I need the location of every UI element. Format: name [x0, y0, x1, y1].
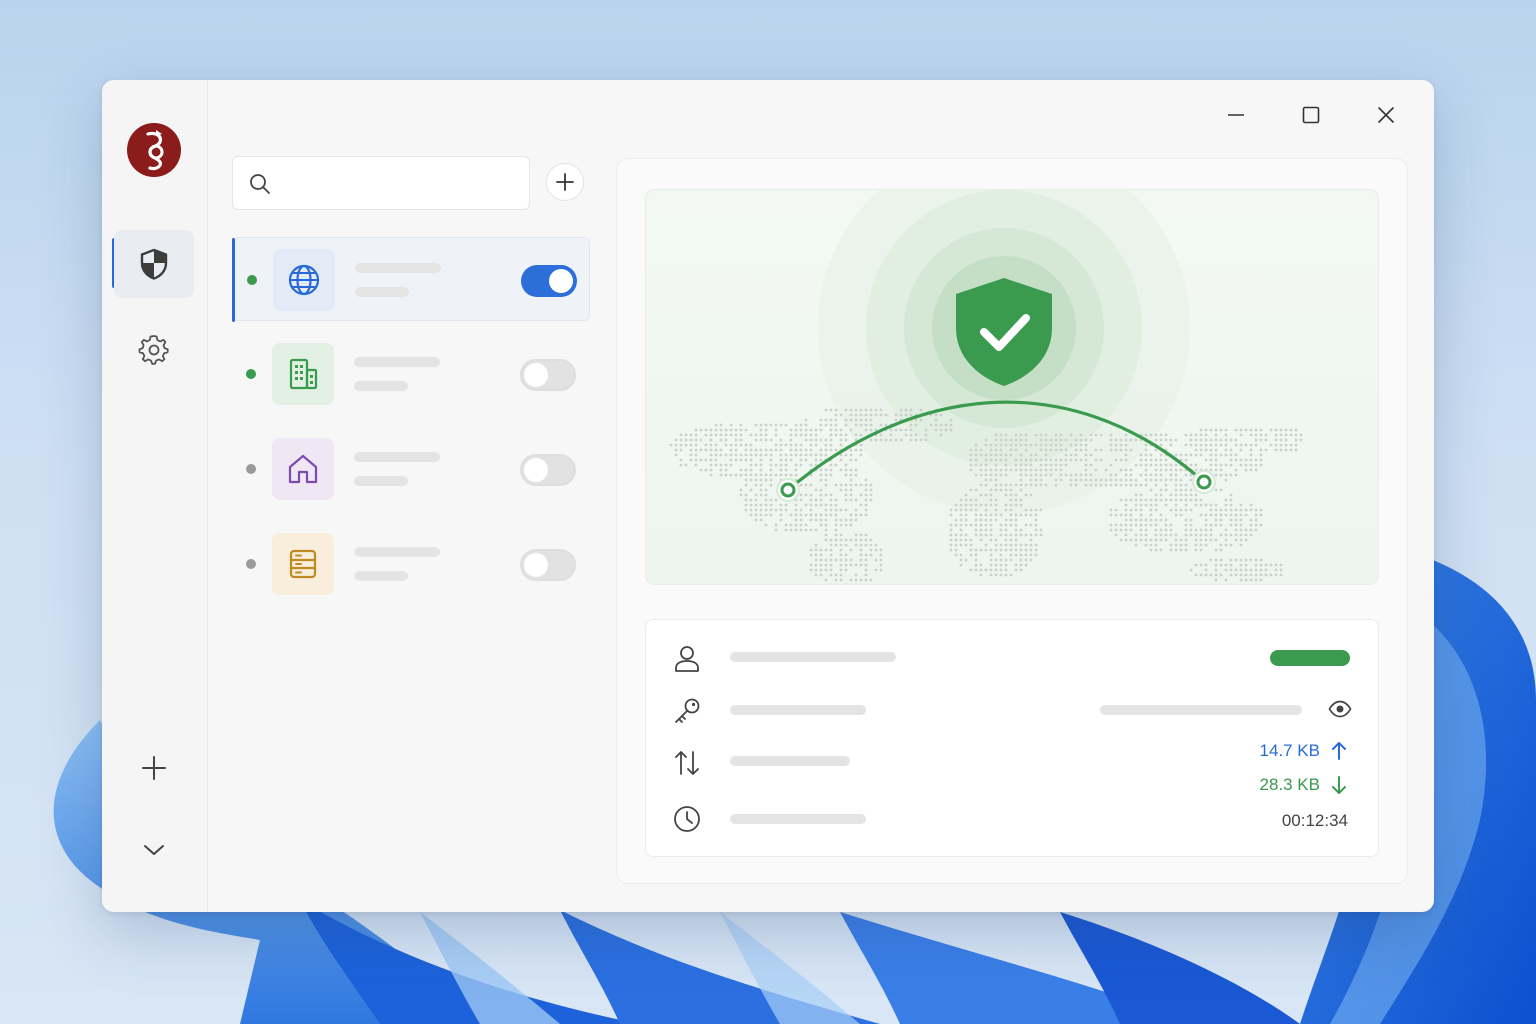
- eye-icon[interactable]: [1328, 698, 1352, 720]
- status-dot: [246, 464, 256, 474]
- tunnel-subtitle-placeholder: [354, 571, 408, 581]
- tunnel-search-box[interactable]: [232, 156, 530, 210]
- key-label-placeholder: [730, 705, 866, 715]
- search-input[interactable]: [285, 169, 515, 199]
- time-label-placeholder: [730, 814, 866, 824]
- arrow-up-icon: [1332, 742, 1346, 760]
- tunnel-detail-panel: 14.7 KB 28.3 KB 00:12:34: [616, 158, 1408, 884]
- status-badge: [1270, 650, 1350, 666]
- toggle-knob: [549, 269, 573, 293]
- add-tunnel-button[interactable]: [546, 163, 584, 201]
- tunnel-subtitle-placeholder: [354, 476, 408, 486]
- tunnel-toggle[interactable]: [520, 549, 576, 581]
- gear-icon: [138, 335, 169, 365]
- minimize-icon: [1228, 114, 1244, 116]
- tunnel-icon-tile: [272, 533, 334, 595]
- toggle-knob: [524, 458, 548, 482]
- transfer-icon: [675, 751, 699, 775]
- status-dot: [246, 559, 256, 569]
- bytes-sent: 14.7 KB: [1259, 741, 1321, 760]
- tunnel-item-server[interactable]: [232, 522, 590, 606]
- toggle-knob: [524, 553, 548, 577]
- maximize-button[interactable]: [1291, 98, 1331, 132]
- status-dot: [247, 275, 257, 285]
- chevron-down-icon: [144, 845, 164, 855]
- shield-icon: [140, 248, 168, 280]
- status-dot: [246, 369, 256, 379]
- server-icon: [287, 547, 319, 581]
- tunnel-name-placeholder: [354, 452, 440, 462]
- expand-rail-button[interactable]: [114, 816, 194, 884]
- tunnel-icon-tile: [272, 343, 334, 405]
- key-value-masked: [1100, 705, 1302, 715]
- tunnel-item-home[interactable]: [232, 427, 590, 511]
- connection-details: 14.7 KB 28.3 KB 00:12:34: [645, 619, 1379, 857]
- search-icon: [250, 174, 270, 194]
- tunnel-name-placeholder: [354, 547, 440, 557]
- home-icon: [286, 452, 320, 486]
- add-tunnel-rail-button[interactable]: [114, 734, 194, 802]
- app-window: 14.7 KB 28.3 KB 00:12:34: [102, 80, 1434, 912]
- bytes-received: 28.3 KB: [1259, 775, 1321, 794]
- selection-indicator: [232, 238, 235, 322]
- minimize-button[interactable]: [1216, 98, 1256, 132]
- tunnel-name-placeholder: [355, 263, 441, 273]
- tunnel-icon-tile: [273, 249, 335, 311]
- plus-icon: [142, 756, 166, 780]
- tunnel-subtitle-placeholder: [354, 381, 408, 391]
- destination-node: [1192, 470, 1216, 494]
- tunnel-name-placeholder: [354, 357, 440, 367]
- nav-tunnels-button[interactable]: [114, 230, 194, 298]
- globe-icon: [287, 263, 321, 297]
- tunnel-icon-tile: [272, 438, 334, 500]
- tunnel-toggle[interactable]: [520, 359, 576, 391]
- key-icon: [675, 698, 700, 723]
- toggle-knob: [524, 363, 548, 387]
- user-icon: [675, 646, 699, 672]
- plus-icon: [556, 173, 574, 191]
- connection-duration: 00:12:34: [1281, 811, 1348, 830]
- transfer-label-placeholder: [730, 756, 850, 766]
- clock-icon: [674, 806, 700, 832]
- tunnel-item-building[interactable]: [232, 332, 590, 416]
- building-icon: [287, 357, 319, 391]
- close-icon: [1378, 107, 1394, 123]
- origin-node: [776, 478, 800, 502]
- maximize-icon: [1302, 106, 1320, 124]
- app-logo: [126, 122, 182, 178]
- nav-settings-button[interactable]: [114, 316, 194, 384]
- username-placeholder: [730, 652, 896, 662]
- nav-rail: [102, 80, 208, 912]
- connection-status-hero: [645, 189, 1379, 585]
- tunnel-toggle[interactable]: [520, 454, 576, 486]
- close-button[interactable]: [1366, 98, 1406, 132]
- arrow-down-icon: [1332, 776, 1346, 794]
- tunnel-toggle[interactable]: [521, 265, 577, 297]
- tunnel-item-globe[interactable]: [232, 237, 590, 322]
- tunnel-subtitle-placeholder: [355, 287, 409, 297]
